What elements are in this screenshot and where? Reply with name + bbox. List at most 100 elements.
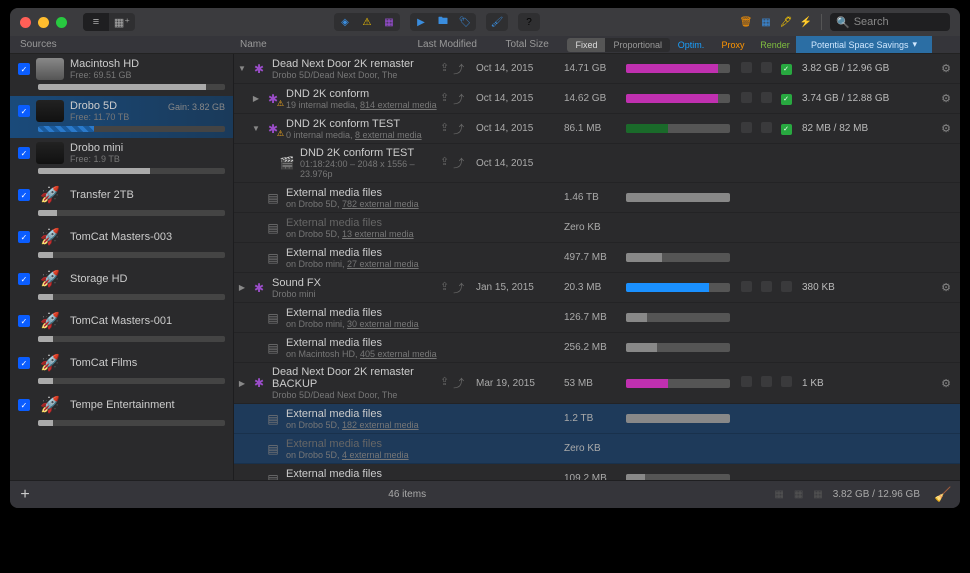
close-icon[interactable] bbox=[20, 17, 31, 28]
row-checkbox[interactable] bbox=[776, 281, 796, 295]
source-checkbox[interactable]: ✓ bbox=[18, 63, 30, 75]
row-gear[interactable]: ⚙ bbox=[932, 92, 960, 105]
source-item[interactable]: ✓ 🚀 TomCat Masters-003 bbox=[10, 222, 233, 264]
eject-icon[interactable]: ⤴ bbox=[453, 375, 464, 391]
grid-view-button[interactable]: ▦⁺ bbox=[109, 13, 135, 31]
source-item[interactable]: ✓ 🚀 TomCat Masters-001 bbox=[10, 306, 233, 348]
list-row[interactable]: ▤ External media files on Drobo 5D, 782 … bbox=[234, 183, 960, 213]
header-total-size[interactable]: Total Size bbox=[505, 39, 567, 50]
source-checkbox[interactable]: ✓ bbox=[18, 399, 30, 411]
row-checkbox[interactable]: ✓ bbox=[776, 92, 796, 105]
disclosure-icon[interactable]: ▶ bbox=[234, 94, 264, 103]
bar-scale-segment[interactable]: Fixed Proportional bbox=[567, 38, 670, 52]
add-button[interactable]: + bbox=[10, 486, 40, 504]
header-name[interactable]: Name bbox=[234, 39, 381, 50]
row-gear[interactable]: ⚙ bbox=[932, 62, 960, 75]
list-row[interactable]: ▤ External media files on Drobo 5D, 4 ex… bbox=[234, 434, 960, 464]
list-row[interactable]: ▶ ✱ Dead Next Door 2K remaster BACKUP Dr… bbox=[234, 363, 960, 404]
disclosure-icon[interactable]: ▶ bbox=[234, 379, 250, 388]
row-checkbox[interactable] bbox=[756, 62, 776, 76]
list-row[interactable]: ▼ ✱⚠ DND 2K conform TEST 0 internal medi… bbox=[234, 114, 960, 144]
minimize-icon[interactable] bbox=[38, 17, 49, 28]
folder-icon[interactable]: 🖿 bbox=[432, 13, 454, 31]
source-item[interactable]: ✓ 🚀 Storage HD bbox=[10, 264, 233, 306]
header-sources[interactable]: Sources bbox=[10, 39, 234, 50]
source-item[interactable]: ✓ 🚀 Tempe Entertainment bbox=[10, 390, 233, 432]
eject-icon[interactable]: ⤴ bbox=[453, 61, 464, 77]
tag-icon[interactable]: 🏷 bbox=[454, 13, 476, 31]
source-checkbox[interactable]: ✓ bbox=[18, 147, 30, 159]
row-checkbox[interactable] bbox=[736, 92, 756, 106]
list-row[interactable]: ▤ External media files on Macintosh HD, … bbox=[234, 333, 960, 363]
row-checkbox[interactable] bbox=[736, 62, 756, 76]
list-row[interactable]: ▤ External media files on Drobo 5D, 182 … bbox=[234, 404, 960, 434]
row-checkbox[interactable] bbox=[776, 376, 796, 390]
list-row[interactable]: ▶ ✱⚠ DND 2K conform 19 internal media, 8… bbox=[234, 84, 960, 114]
filter-icon[interactable]: ◈ bbox=[334, 13, 356, 31]
action-icons[interactable]: ⇪⤴ bbox=[440, 121, 476, 137]
action-icons[interactable]: ⇪⤴ bbox=[440, 61, 476, 77]
source-checkbox[interactable]: ✓ bbox=[18, 105, 30, 117]
seg-fixed[interactable]: Fixed bbox=[567, 38, 605, 52]
action-icons[interactable]: ⇪⤴ bbox=[440, 155, 476, 171]
reveal-icon[interactable]: ⇪ bbox=[440, 375, 449, 391]
source-item[interactable]: ✓ Drobo mini Free: 1.9 TB bbox=[10, 138, 233, 180]
tool3-icon[interactable]: 🖋 bbox=[779, 15, 793, 29]
reveal-icon[interactable]: ⇪ bbox=[440, 61, 449, 77]
header-render[interactable]: Render bbox=[754, 40, 796, 50]
sweep-icon[interactable]: 🧹 bbox=[934, 486, 960, 503]
header-last-modified[interactable]: Last Modified bbox=[417, 39, 505, 50]
header-potential[interactable]: Potential Space Savings ▾ bbox=[796, 36, 932, 53]
source-item[interactable]: ✓ 🚀 Transfer 2TB bbox=[10, 180, 233, 222]
eject-icon[interactable]: ⤴ bbox=[453, 91, 464, 107]
list-row[interactable]: ▤ External media files on Drobo mini, 27… bbox=[234, 243, 960, 273]
disclosure-icon[interactable]: ▼ bbox=[234, 124, 264, 133]
cleanup-icon[interactable]: 🗑 bbox=[739, 15, 753, 29]
eject-icon[interactable]: ⤴ bbox=[453, 155, 464, 171]
seg-proportional[interactable]: Proportional bbox=[605, 38, 670, 52]
row-checkbox[interactable] bbox=[756, 122, 776, 136]
reveal-icon[interactable]: ⇪ bbox=[440, 121, 449, 137]
library-list[interactable]: ▼ ✱ Dead Next Door 2K remaster Drobo 5D/… bbox=[234, 54, 960, 480]
warning-filter-icon[interactable]: ⚠ bbox=[356, 13, 378, 31]
source-item[interactable]: ✓ 🚀 TomCat Films bbox=[10, 348, 233, 390]
list-row[interactable]: ▤ External media files on Drobo 5D, 13 e… bbox=[234, 213, 960, 243]
brush-icon[interactable]: 🖌 bbox=[486, 13, 508, 31]
list-row[interactable]: ▤ External media files on Drobo mini, 30… bbox=[234, 303, 960, 333]
disclosure-icon[interactable]: ▼ bbox=[234, 64, 250, 73]
eject-icon[interactable]: ⤴ bbox=[453, 280, 464, 296]
reveal-icon[interactable]: ⇪ bbox=[440, 280, 449, 296]
search-input[interactable]: 🔍 Search bbox=[830, 13, 950, 31]
action-icons[interactable]: ⇪⤴ bbox=[440, 375, 476, 391]
source-checkbox[interactable]: ✓ bbox=[18, 357, 30, 369]
row-gear[interactable]: ⚙ bbox=[932, 377, 960, 390]
eject-icon[interactable]: ⤴ bbox=[453, 121, 464, 137]
source-checkbox[interactable]: ✓ bbox=[18, 315, 30, 327]
row-checkbox[interactable] bbox=[736, 281, 756, 295]
row-checkbox[interactable]: ✓ bbox=[776, 122, 796, 135]
tool4-icon[interactable]: ⚡ bbox=[799, 15, 813, 29]
row-gear[interactable]: ⚙ bbox=[932, 281, 960, 294]
row-checkbox[interactable] bbox=[736, 376, 756, 390]
disclosure-icon[interactable]: ▶ bbox=[234, 283, 250, 292]
list-row[interactable]: ▤ External media files on Drobo mini, 18… bbox=[234, 464, 960, 480]
source-checkbox[interactable]: ✓ bbox=[18, 189, 30, 201]
source-checkbox[interactable]: ✓ bbox=[18, 273, 30, 285]
source-item[interactable]: ✓ Drobo 5D Free: 11.70 TB Gain: 3.82 GB bbox=[10, 96, 233, 138]
sql-icon[interactable]: ▦ bbox=[759, 15, 773, 29]
action-icons[interactable]: ⇪⤴ bbox=[440, 280, 476, 296]
action-icons[interactable]: ⇪⤴ bbox=[440, 91, 476, 107]
reveal-icon[interactable]: ⇪ bbox=[440, 155, 449, 171]
list-row[interactable]: ▼ ✱ Dead Next Door 2K remaster Drobo 5D/… bbox=[234, 54, 960, 84]
list-row[interactable]: 🎬 DND 2K conform TEST 01:18:24:00 – 2048… bbox=[234, 144, 960, 183]
header-optim[interactable]: Optim. bbox=[670, 40, 712, 50]
header-proxy[interactable]: Proxy bbox=[712, 40, 754, 50]
maximize-icon[interactable] bbox=[56, 17, 67, 28]
row-checkbox[interactable] bbox=[756, 281, 776, 295]
source-item[interactable]: ✓ Macintosh HD Free: 69.51 GB bbox=[10, 54, 233, 96]
row-checkbox[interactable] bbox=[736, 122, 756, 136]
source-checkbox[interactable]: ✓ bbox=[18, 231, 30, 243]
reveal-icon[interactable]: ▶ bbox=[410, 13, 432, 31]
reveal-icon[interactable]: ⇪ bbox=[440, 91, 449, 107]
row-checkbox[interactable] bbox=[756, 376, 776, 390]
